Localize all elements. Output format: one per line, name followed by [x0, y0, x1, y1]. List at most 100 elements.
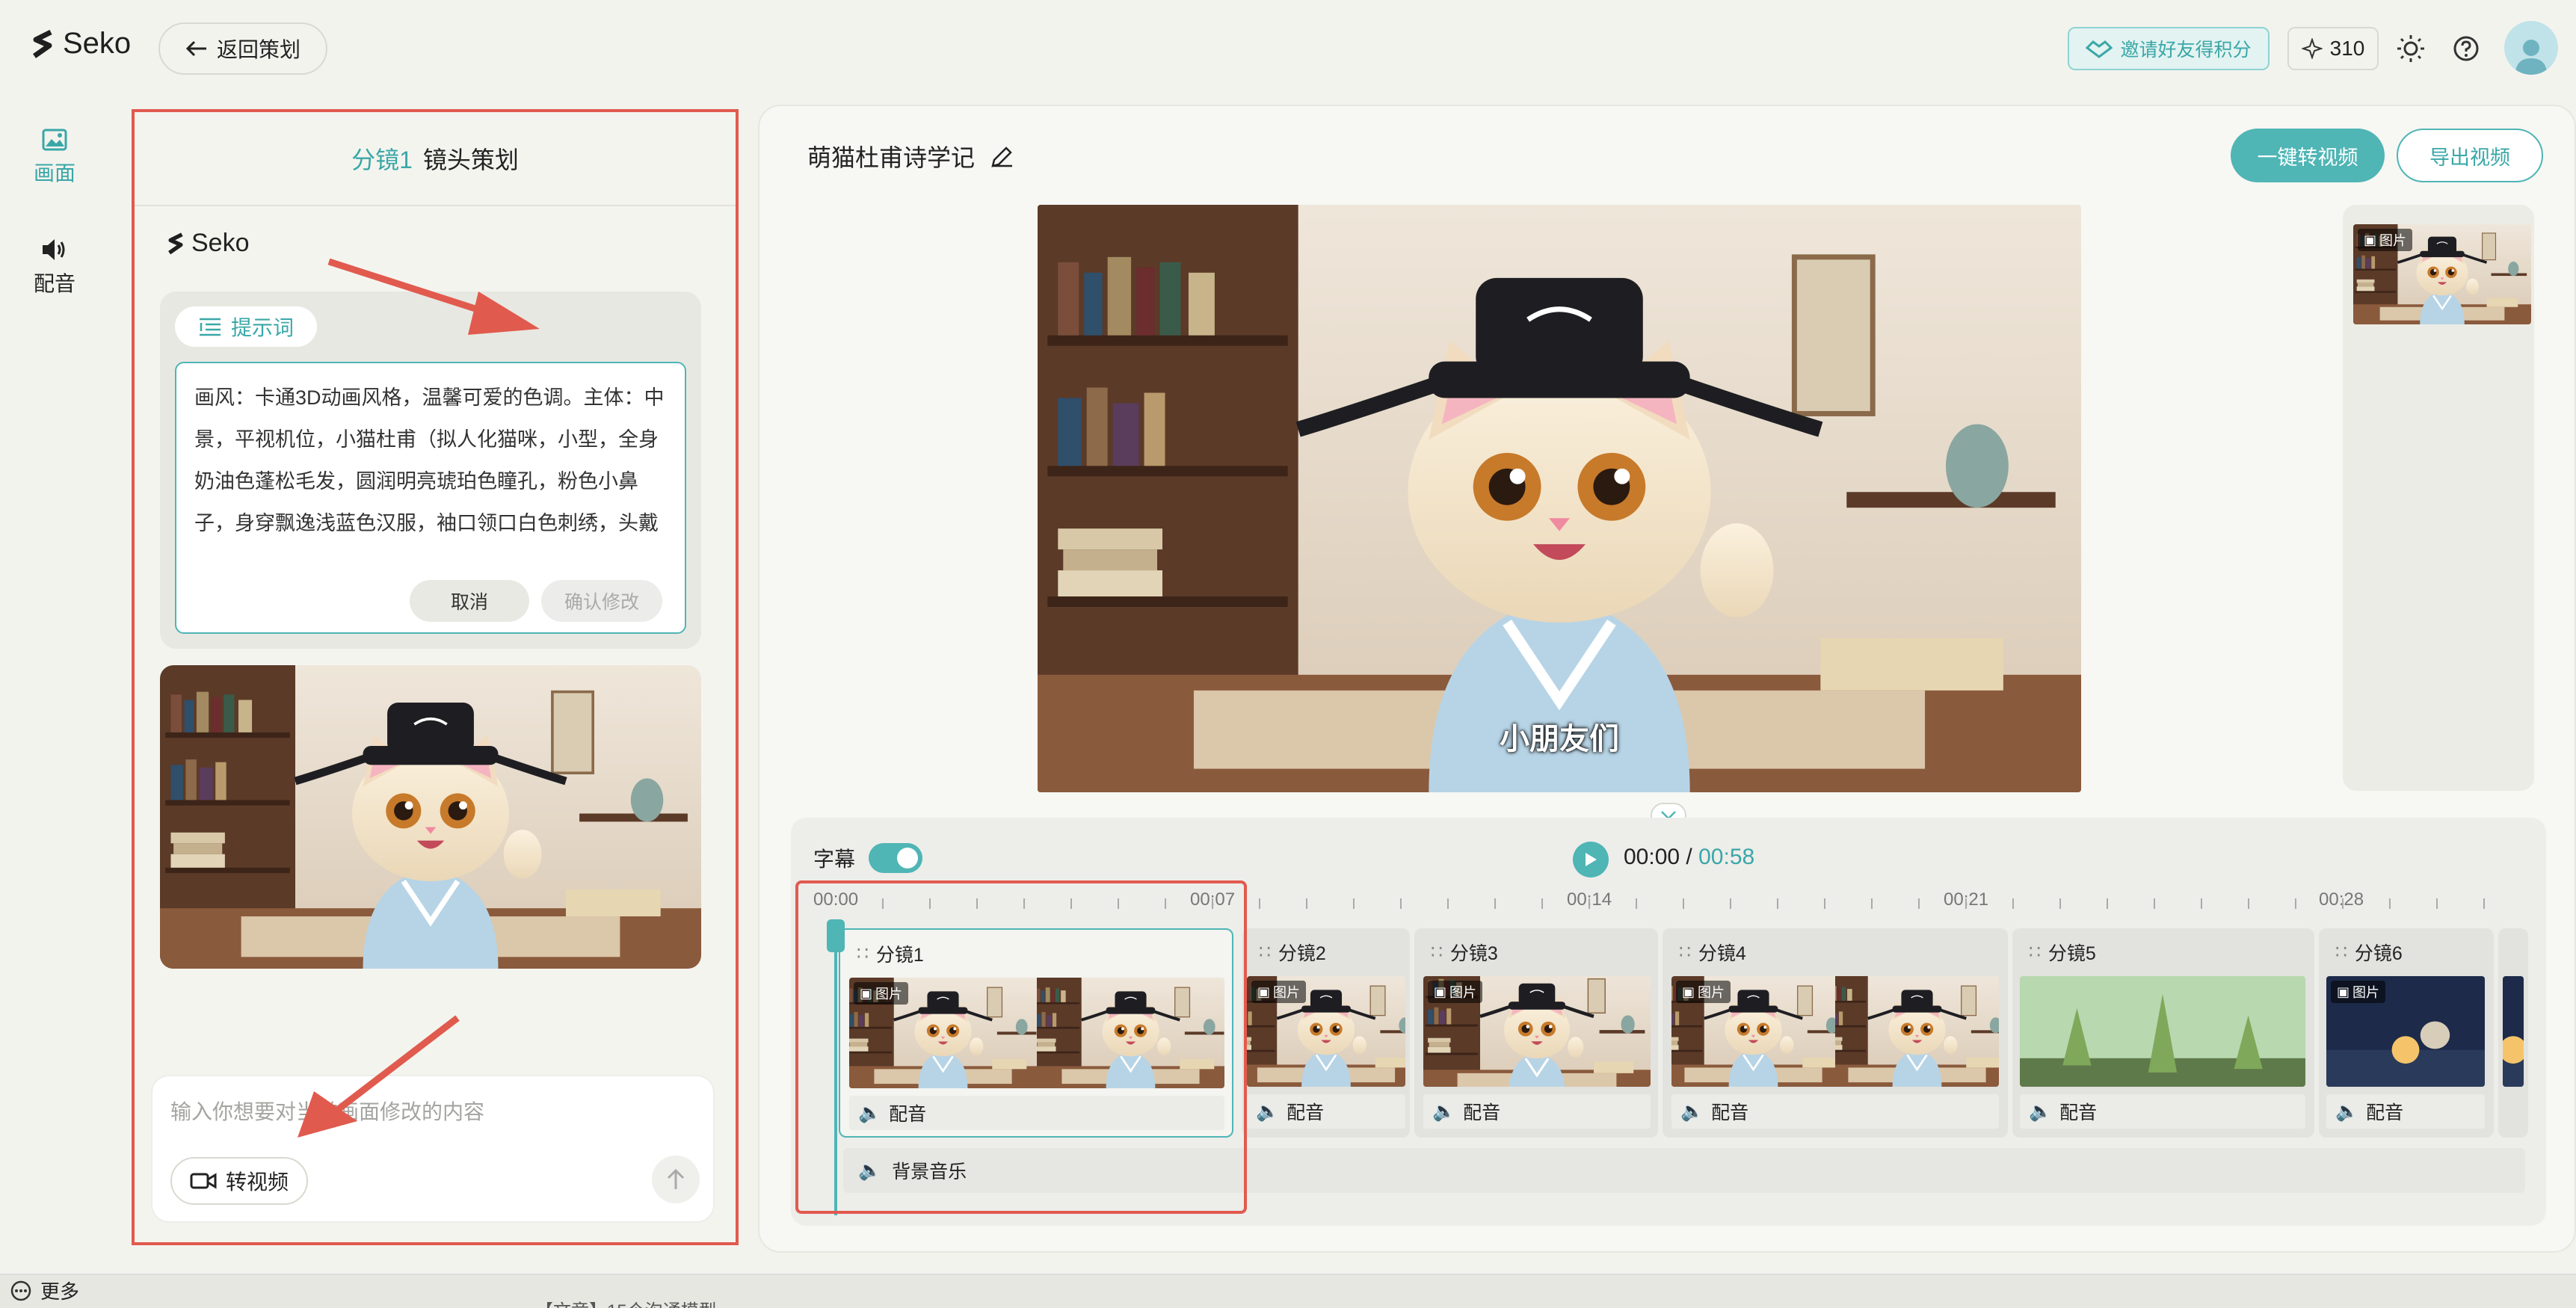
ruler-tick: [1447, 898, 1449, 909]
project-title[interactable]: 萌猫杜甫诗学记: [807, 139, 1015, 173]
rail-item-dubbing[interactable]: 配音: [21, 238, 88, 297]
clip-header: ∷ 分镜3: [1431, 939, 1498, 966]
panel-title-accent: 分镜1: [351, 146, 413, 173]
export-video-button[interactable]: 导出视频: [2397, 129, 2543, 182]
clip-audio-label: 配音: [1463, 1102, 1501, 1123]
total-time: 00:58: [1698, 845, 1755, 869]
image-icon: ▣: [1257, 984, 1271, 999]
ruler-tick: [1636, 898, 1637, 909]
ruler-tick: [2201, 898, 2202, 909]
subtitle-label: 字幕: [813, 848, 856, 871]
play-button[interactable]: [1573, 842, 1609, 877]
clip-audio-track[interactable]: 🔈 配音: [1423, 1094, 1651, 1129]
prompt-card: 提示词 画风：卡通3D动画风格，温馨可爱的色调。主体：中景，平视机位，小猫杜甫（…: [160, 291, 701, 649]
ruler-tick: [1683, 898, 1684, 909]
timeline-clip[interactable]: ∷ 分镜6 ▣ 图片 🔈 配音: [2319, 928, 2494, 1138]
ruler-tick: [1306, 898, 1307, 909]
help-button[interactable]: [2447, 30, 2485, 67]
app-logo[interactable]: Seko: [30, 27, 131, 61]
ruler-tick: [1494, 898, 1496, 909]
ruler-tick: [1589, 898, 1590, 909]
clip-label: 分镜2: [1278, 943, 1326, 964]
ruler-tick: [2107, 898, 2108, 909]
subtitle-toggle[interactable]: [869, 843, 922, 873]
prompt-editor[interactable]: 画风：卡通3D动画风格，温馨可爱的色调。主体：中景，平视机位，小猫杜甫（拟人化猫…: [175, 362, 686, 634]
project-name: 萌猫杜甫诗学记: [807, 144, 976, 171]
image-icon: ▣: [1682, 984, 1695, 999]
one-click-video-button[interactable]: 一键转视频: [2231, 129, 2385, 182]
image-badge: ▣ 图片: [1428, 981, 1483, 1003]
thumbnail-rail: ▣ 图片: [2343, 205, 2534, 791]
credits-button[interactable]: 310: [2287, 27, 2379, 70]
send-button[interactable]: [652, 1156, 700, 1203]
theme-toggle-button[interactable]: [2392, 30, 2429, 67]
clip-audio-label: 配音: [1711, 1102, 1749, 1123]
clip-audio-label: 配音: [2366, 1102, 2404, 1123]
play-icon: [1586, 853, 1597, 866]
arrow-left-icon: [185, 40, 206, 57]
timeline-clip[interactable]: ∷ 分镜5 🔈 配音: [2012, 928, 2314, 1138]
rail-item-label: 画面: [33, 161, 76, 185]
prompt-tag-label: 提示词: [230, 316, 294, 339]
image-badge-label: 图片: [1273, 985, 1301, 1000]
clip-thumbnail: ▣ 图片: [1423, 976, 1651, 1087]
ruler-tick: [1777, 898, 1778, 909]
speaker-icon: 🔈: [2335, 1100, 2359, 1122]
image-icon: [42, 129, 67, 151]
ruler-tick: [2248, 898, 2249, 909]
ruler-tick: [1965, 898, 1967, 909]
clip-audio-track[interactable]: 🔈 配音: [2020, 1094, 2305, 1129]
shot-planning-panel: 分镜1 镜头策划 Seko 提示词 画风：卡通3D动画风格，温馨可爱的色调。主体…: [132, 109, 739, 1245]
image-badge-label: 图片: [2379, 233, 2407, 248]
more-button[interactable]: 更多: [10, 1277, 79, 1304]
rail-item-label: 配音: [33, 272, 76, 295]
back-button[interactable]: 返回策划: [158, 22, 327, 75]
speaker-icon: 🔈: [1432, 1100, 1456, 1122]
ruler-tick: [1259, 898, 1260, 909]
handshake-icon: [2086, 40, 2113, 58]
ruler-tick: [1541, 898, 1543, 909]
cancel-button[interactable]: 取消: [410, 580, 529, 622]
image-icon: ▣: [2337, 984, 2350, 999]
time-separator: /: [1686, 845, 1692, 869]
help-icon: [2453, 36, 2479, 61]
more-circle-icon: [10, 1280, 31, 1301]
clip-thumbnail: [2503, 976, 2524, 1087]
prompt-text[interactable]: 画风：卡通3D动画风格，温馨可爱的色调。主体：中景，平视机位，小猫杜甫（拟人化猫…: [194, 377, 667, 549]
clip-audio-track[interactable]: 🔈 配音: [1671, 1094, 1999, 1129]
clip-audio-track[interactable]: 🔈 配音: [1247, 1094, 1405, 1129]
clip-header: ∷ 分镜4: [1679, 939, 1746, 966]
timeline-clip[interactable]: ∷ 分镜3 ▣ 图片 🔈 配音: [1414, 928, 1658, 1138]
app-name: Seko: [63, 27, 132, 60]
timeline-clip[interactable]: ∷ 分镜2 ▣ 图片 🔈 配音: [1242, 928, 1410, 1138]
video-preview[interactable]: [1038, 205, 2081, 792]
current-time: 00:00: [1624, 845, 1680, 869]
thumbnail-item[interactable]: ▣ 图片: [2353, 224, 2531, 324]
video-camera-icon: [190, 1173, 217, 1189]
speaker-icon: 🔈: [2029, 1100, 2053, 1122]
image-badge-label: 图片: [1449, 985, 1477, 1000]
clip-header: ∷ 分镜6: [2335, 939, 2403, 966]
clip-header: ∷ 分镜2: [1259, 939, 1326, 966]
timeline-clip[interactable]: ∷ 分镜4 ▣ 图片 🔈 配音: [1663, 928, 2008, 1138]
confirm-edit-button[interactable]: 确认修改: [541, 580, 662, 622]
image-badge: ▣ 图片: [1676, 981, 1731, 1003]
timecode: 00:00 / 00:58: [1624, 845, 1754, 870]
edit-pencil-icon[interactable]: [990, 144, 1015, 169]
rail-item-picture[interactable]: 画面: [21, 129, 88, 187]
to-video-button[interactable]: 转视频: [170, 1157, 308, 1205]
to-video-label: 转视频: [225, 1170, 289, 1194]
invite-label: 邀请好友得积分: [2120, 40, 2252, 61]
invite-button[interactable]: 邀请好友得积分: [2068, 27, 2270, 70]
image-icon: ▣: [1434, 984, 1447, 999]
ruler-tick: [2012, 898, 2014, 909]
timeline-clip-partial[interactable]: [2498, 928, 2528, 1138]
brand-name: Seko: [191, 229, 250, 257]
user-avatar[interactable]: [2504, 21, 2558, 75]
ruler-tick: [1918, 898, 1920, 909]
image-badge: ▣ 图片: [2331, 981, 2386, 1003]
speaker-icon: 🔈: [1680, 1100, 1704, 1122]
credits-value: 310: [2329, 37, 2365, 60]
clip-audio-track[interactable]: 🔈 配音: [2326, 1094, 2485, 1129]
ruler-tick: [2483, 898, 2485, 909]
